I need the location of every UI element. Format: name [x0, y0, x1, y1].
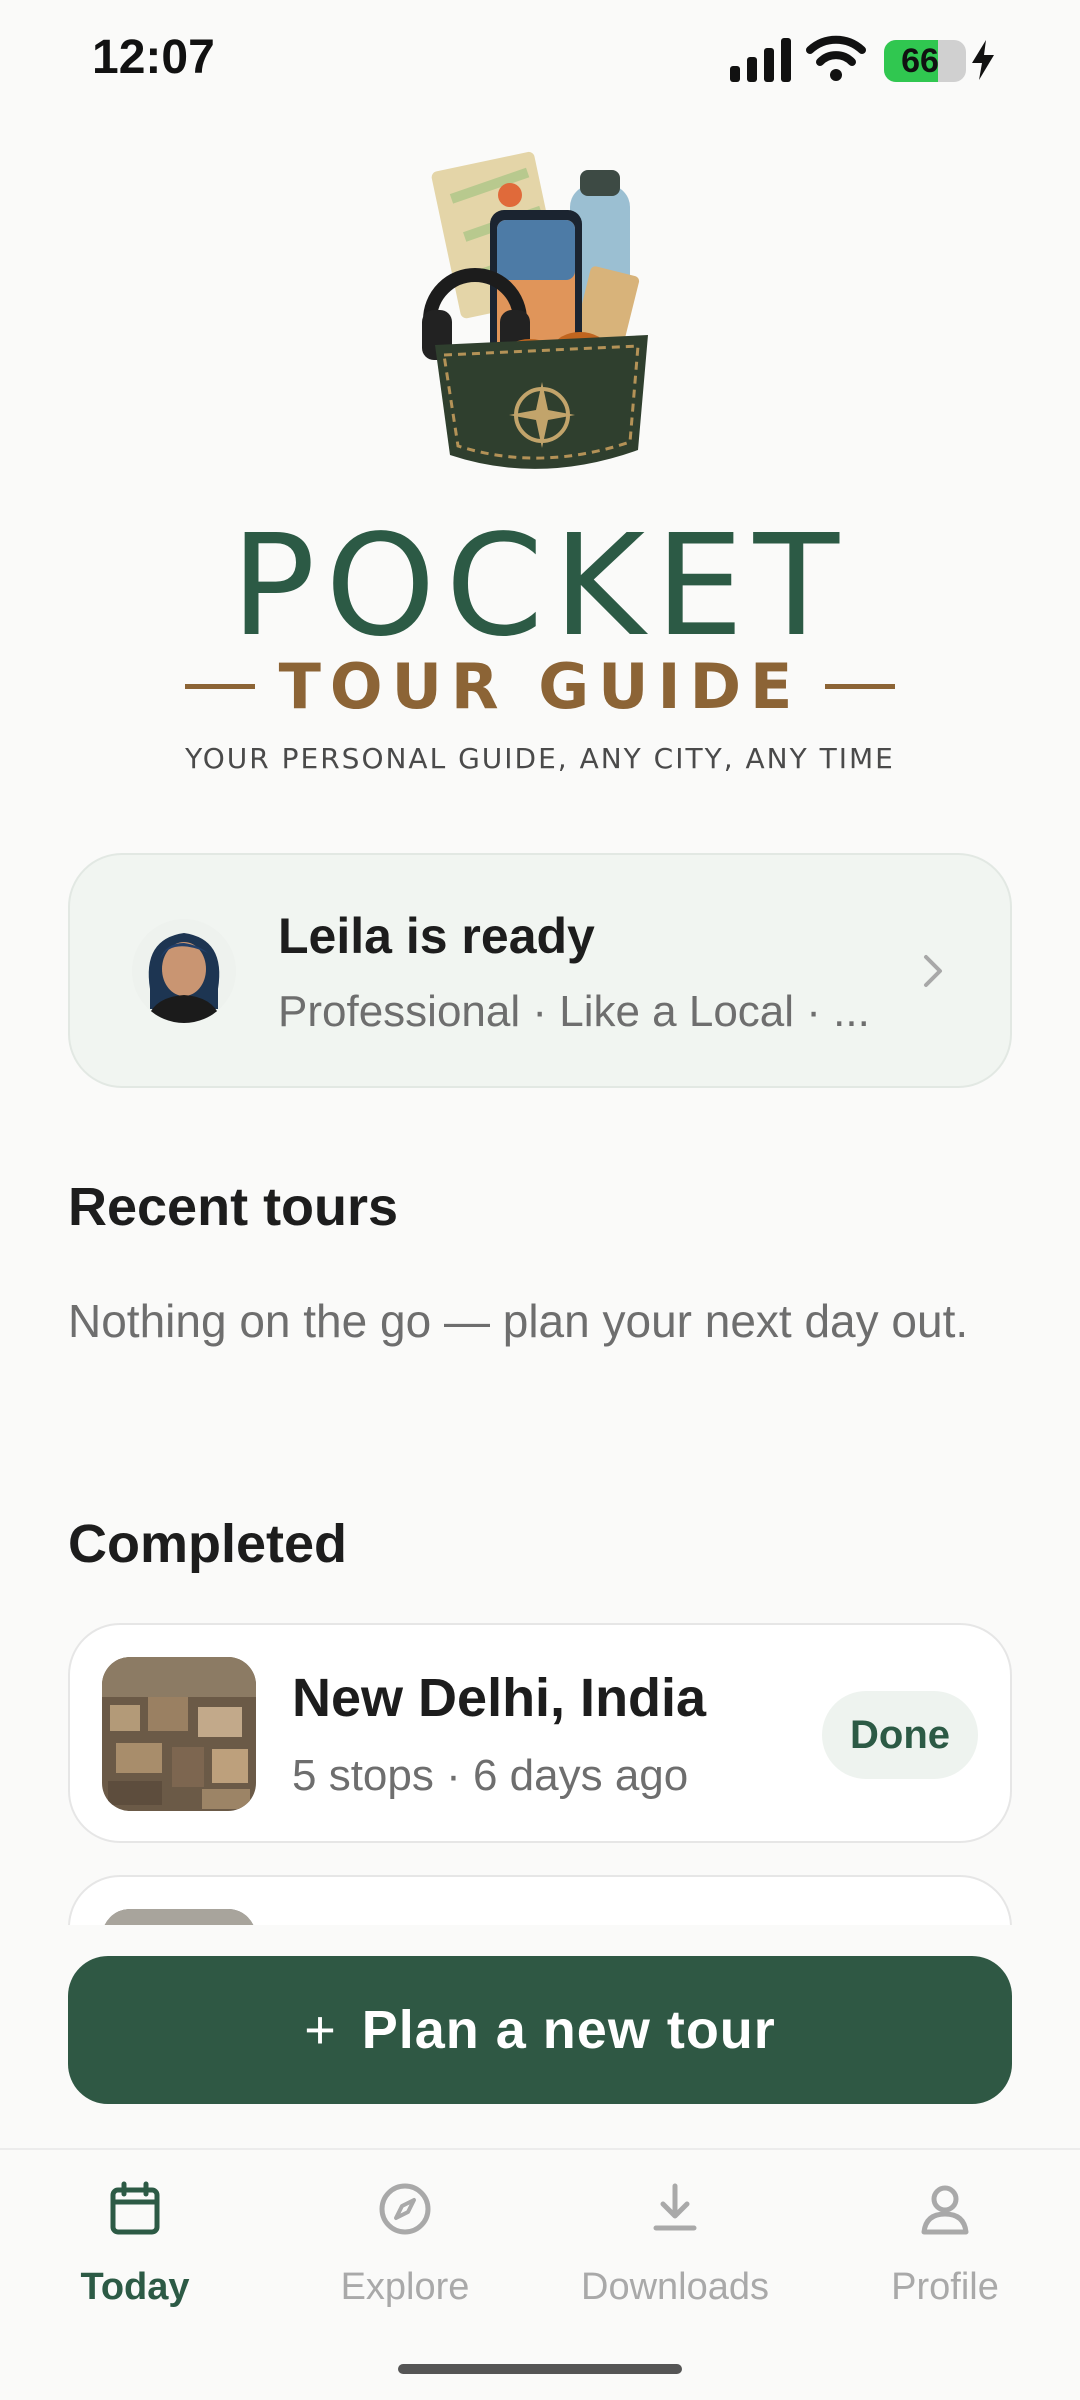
pocket-travel-kit-logo	[422, 151, 648, 469]
brand-subtitle: TOUR GUIDE	[278, 650, 802, 723]
tab-downloads[interactable]: Downloads	[540, 2180, 810, 2340]
decorative-dash-right	[825, 684, 896, 689]
guide-avatar	[132, 919, 236, 1023]
decorative-dash-left	[184, 684, 255, 689]
battery-indicator: 66	[884, 40, 966, 82]
plus-icon: +	[304, 2000, 336, 2060]
battery-level: 66	[901, 42, 939, 80]
status-bar: 12:07 66	[0, 0, 1080, 120]
wifi-icon	[806, 35, 866, 81]
bolt-icon	[972, 40, 994, 80]
brand-subtitle-row: TOUR GUIDE	[0, 650, 1080, 723]
tab-today-label: Today	[80, 2266, 190, 2308]
plan-new-tour-button[interactable]: + Plan a new tour	[68, 1956, 1012, 2104]
tab-explore-label: Explore	[340, 2266, 470, 2308]
chevron-right-icon	[924, 955, 942, 987]
bottom-navigation: Today Explore Downloads Profile	[0, 2148, 1080, 2400]
recent-tours-heading: Recent tours	[68, 1177, 399, 1237]
status-time: 12:07	[92, 31, 215, 84]
tour-thumbnail-image	[102, 1657, 256, 1811]
completed-heading: Completed	[68, 1514, 348, 1574]
person-icon	[921, 2185, 969, 2235]
tour-card[interactable]	[68, 1875, 1012, 1925]
tab-explore[interactable]: Explore	[270, 2180, 540, 2340]
tour-thumbnail-image	[102, 1909, 256, 1925]
status-badge: Done	[822, 1691, 978, 1779]
calendar-icon	[110, 2181, 160, 2235]
brand-title: POCKET	[230, 505, 850, 668]
guide-ready-card[interactable]: Leila is ready Professional · Like a Loc…	[68, 853, 1012, 1088]
tab-profile[interactable]: Profile	[810, 2180, 1080, 2340]
download-icon	[653, 2183, 697, 2231]
guide-name: Leila is ready	[278, 908, 595, 964]
tour-card[interactable]: New Delhi, India 5 stops · 6 days ago Do…	[68, 1623, 1012, 1843]
plan-new-tour-label: Plan a new tour	[361, 2000, 776, 2060]
home-indicator	[398, 2364, 682, 2374]
brand-tagline: YOUR PERSONAL GUIDE, ANY CITY, ANY TIME	[185, 742, 895, 775]
tour-name: New Delhi, India	[292, 1668, 707, 1728]
recent-tours-empty-text: Nothing on the go — plan your next day o…	[68, 1295, 969, 1347]
tour-meta: 5 stops · 6 days ago	[292, 1751, 689, 1800]
tab-today[interactable]: Today	[0, 2180, 270, 2340]
tab-profile-label: Profile	[891, 2266, 999, 2308]
tab-downloads-label: Downloads	[581, 2266, 769, 2308]
cellular-signal-icon	[730, 38, 791, 82]
compass-icon	[379, 2183, 431, 2235]
completed-tour-list[interactable]: New Delhi, India 5 stops · 6 days ago Do…	[0, 1620, 1080, 1925]
guide-description: Professional · Like a Local · ...	[278, 987, 870, 1036]
